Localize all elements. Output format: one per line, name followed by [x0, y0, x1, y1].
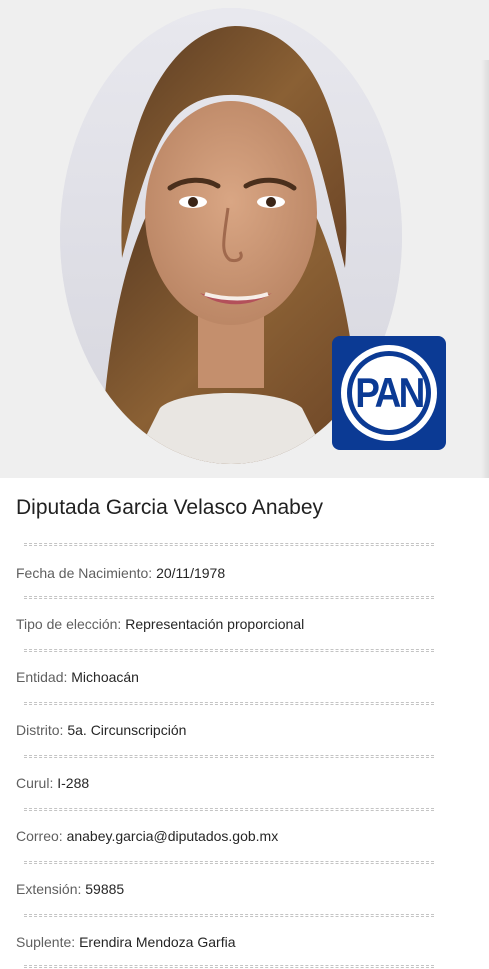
email-value[interactable]: anabey.garcia@diputados.gob.mx — [67, 828, 279, 844]
field-substitute: Suplente: Erendira Mendoza Garfia — [16, 932, 235, 952]
field-value: 20/11/1978 — [156, 565, 226, 581]
field-value: 5a. Circunscripción — [67, 722, 187, 738]
divider — [24, 543, 434, 546]
field-value: 59885 — [85, 881, 125, 897]
field-value: Erendira Mendoza Garfia — [79, 934, 236, 950]
field-value: Michoacán — [71, 669, 139, 685]
divider — [24, 649, 434, 652]
deputy-info-card: Diputada Garcia Velasco Anabey Fecha de … — [0, 478, 489, 969]
field-label: Extensión: — [16, 881, 82, 897]
divider — [24, 965, 434, 968]
field-label: Tipo de elección: — [16, 616, 122, 632]
field-value: Representación proporcional — [125, 616, 305, 632]
party-logo-pan: PAN — [332, 336, 446, 450]
divider — [24, 702, 434, 705]
field-birth-date: Fecha de Nacimiento: 20/11/1978 — [16, 563, 225, 583]
divider — [24, 808, 434, 811]
divider — [24, 755, 434, 758]
divider — [24, 596, 434, 599]
field-value: I-288 — [57, 775, 90, 791]
field-label: Suplente: — [16, 934, 76, 950]
field-label: Distrito: — [16, 722, 64, 738]
field-email: Correo: anabey.garcia@diputados.gob.mx — [16, 826, 278, 846]
photo-area: PAN — [0, 0, 489, 478]
field-extension: Extensión: 59885 — [16, 879, 124, 899]
field-label: Entidad: — [16, 669, 68, 685]
divider — [24, 914, 434, 917]
party-logo-text: PAN — [355, 369, 425, 416]
divider — [24, 861, 434, 864]
field-label: Curul: — [16, 775, 54, 791]
field-label: Correo: — [16, 828, 63, 844]
field-state: Entidad: Michoacán — [16, 667, 139, 687]
field-seat: Curul: I-288 — [16, 773, 89, 793]
photo-area-edge-shadow — [481, 60, 489, 478]
deputy-name: Diputada Garcia Velasco Anabey — [16, 496, 324, 519]
field-election-type: Tipo de elección: Representación proporc… — [16, 614, 304, 634]
field-label: Fecha de Nacimiento: — [16, 565, 153, 581]
field-district: Distrito: 5a. Circunscripción — [16, 720, 186, 740]
